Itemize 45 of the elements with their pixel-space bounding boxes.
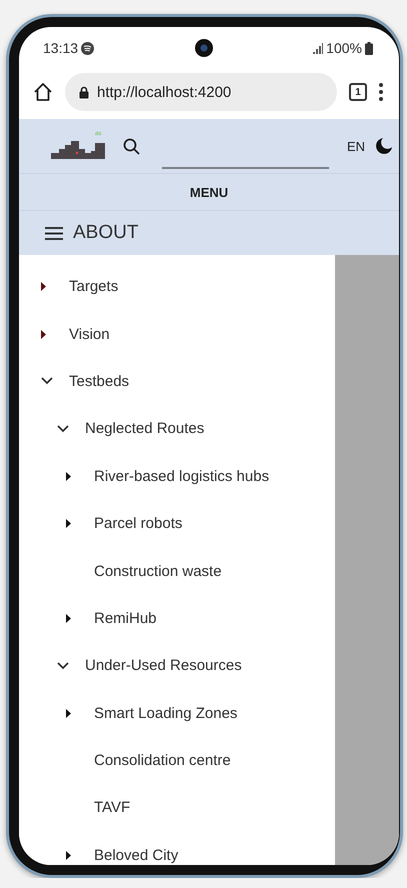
tree-item[interactable]: Parcel robots bbox=[19, 500, 335, 548]
tree-item[interactable]: River-based logistics hubs bbox=[19, 452, 335, 500]
battery-icon bbox=[364, 42, 373, 54]
tree-item[interactable]: Vision bbox=[19, 310, 335, 358]
tree-item-label: Targets bbox=[69, 278, 118, 296]
tree-item[interactable]: TAVF bbox=[19, 784, 335, 832]
tree-item[interactable]: Targets bbox=[19, 263, 335, 310]
tree-item-label: Smart Loading Zones bbox=[94, 704, 238, 722]
tree-item[interactable]: Neglected Routes bbox=[19, 405, 335, 453]
tree-item-label: Testbeds bbox=[69, 372, 130, 390]
tree-item[interactable]: Smart Loading Zones bbox=[19, 690, 335, 737]
language-button[interactable]: EN bbox=[346, 138, 365, 154]
more-options-icon[interactable] bbox=[379, 83, 383, 101]
music-app-icon bbox=[81, 42, 94, 54]
tree-item-label: Beloved City bbox=[94, 846, 178, 864]
tree-item-label: Parcel robots bbox=[94, 515, 182, 532]
tab-count-button[interactable]: 1 bbox=[349, 83, 367, 101]
tree-item-label: RemiHub bbox=[94, 610, 157, 627]
home-icon[interactable] bbox=[33, 82, 53, 102]
status-time: 13:13 bbox=[43, 40, 78, 56]
tree-item[interactable]: Consolidation centre bbox=[19, 736, 335, 784]
battery-percent: 100% bbox=[326, 40, 362, 56]
tree-item-label: Consolidation centre bbox=[94, 752, 231, 770]
tree-item[interactable]: Under-Used Resources bbox=[19, 642, 335, 690]
section-title: ABOUT bbox=[73, 222, 138, 244]
tree-item-label: Vision bbox=[69, 326, 110, 343]
lock-icon bbox=[79, 86, 89, 98]
menu-icon[interactable] bbox=[45, 226, 63, 240]
tree-item[interactable]: Construction waste bbox=[19, 547, 335, 595]
tree-item[interactable]: RemiHub bbox=[19, 594, 335, 642]
url-text: http://localhost:4200 bbox=[97, 84, 232, 100]
address-bar[interactable]: http://localhost:4200 bbox=[65, 73, 337, 111]
tree-item[interactable]: Beloved City bbox=[19, 832, 335, 865]
tree-item-label: Construction waste bbox=[94, 562, 222, 580]
moon-icon[interactable] bbox=[375, 137, 393, 155]
signal-icon bbox=[313, 42, 324, 54]
camera-icon bbox=[194, 39, 213, 57]
tree-item-label: River-based logistics hubs bbox=[94, 468, 270, 485]
tree-item[interactable]: Testbeds bbox=[19, 358, 335, 406]
tree-item-label: TAVF bbox=[94, 799, 130, 816]
tree-item-label: Neglected Routes bbox=[85, 420, 204, 438]
menu-label: MENU bbox=[190, 184, 228, 200]
city-skyline-logo[interactable] bbox=[49, 139, 107, 161]
search-icon[interactable] bbox=[123, 138, 140, 154]
tree-item-label: Under-Used Resources bbox=[85, 657, 242, 674]
